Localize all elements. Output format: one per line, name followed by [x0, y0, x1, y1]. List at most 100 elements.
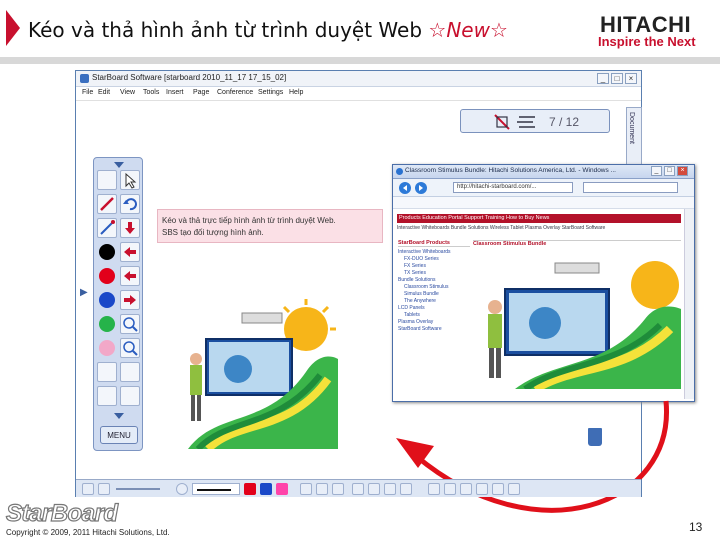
download-icon[interactable]	[120, 218, 140, 238]
zoom-out-icon[interactable]	[120, 338, 140, 358]
sidebar-link[interactable]: Plasma Overlay	[398, 319, 470, 326]
minimize-button[interactable]: _	[597, 73, 609, 84]
sidebar-link[interactable]: Classroom Stimulus	[398, 284, 470, 291]
page-prev-icon[interactable]	[428, 483, 440, 495]
sidebar-link[interactable]: FX-DUO Series	[398, 256, 470, 263]
site-subnav[interactable]: Interactive Whiteboards Bundle Solutions…	[397, 225, 681, 233]
browser-scrollbar[interactable]	[684, 209, 694, 399]
menu-view[interactable]: View	[120, 89, 135, 96]
color-pink-swatch[interactable]	[276, 483, 288, 495]
arrow-right-icon[interactable]	[120, 290, 140, 310]
annotation-line-1: Kéo và thả trực tiếp hình ảnh từ trình d…	[162, 216, 336, 225]
color-blue[interactable]	[99, 292, 115, 308]
palette-scroll-down-icon[interactable]	[94, 410, 144, 424]
line-tool-icon[interactable]	[97, 218, 117, 238]
copy-icon[interactable]	[368, 483, 380, 495]
sidebar-heading: StarBoard Products	[398, 240, 470, 247]
app-window-title: StarBoard Software [starboard 2010_11_17…	[92, 73, 287, 82]
color-red-swatch[interactable]	[244, 483, 256, 495]
eraser-icon	[494, 114, 535, 130]
sidebar-link[interactable]: Tablets	[398, 312, 470, 319]
pen-icon[interactable]	[97, 194, 117, 214]
browser-titlebar[interactable]: Classroom Stimulus Bundle: Hitachi Solut…	[393, 165, 694, 179]
address-bar[interactable]: http://hitachi-starboard.com/...	[453, 182, 573, 193]
expand-palette-icon[interactable]: ▶	[80, 287, 88, 298]
sidebar-link[interactable]: The Anywhere	[398, 298, 470, 305]
camera-icon[interactable]	[97, 386, 117, 406]
browser-close-button[interactable]: ×	[677, 166, 688, 176]
menu-insert[interactable]: Insert	[166, 89, 184, 96]
grid-icon[interactable]	[508, 483, 520, 495]
header-divider	[0, 57, 720, 64]
color-pink[interactable]	[99, 340, 115, 356]
starboard-window: StarBoard Software [starboard 2010_11_17…	[75, 70, 695, 513]
sidebar-link[interactable]: StarBoard Software	[398, 326, 470, 333]
slide-title: Kéo và thả hình ảnh từ trình duyệt Web ☆…	[28, 18, 508, 42]
pen-toggle-icon[interactable]	[82, 483, 94, 495]
color-black[interactable]	[99, 244, 115, 260]
undo-toolbar-icon[interactable]	[300, 483, 312, 495]
color-green[interactable]	[99, 316, 115, 332]
sidebar-link[interactable]: LCD Panels	[398, 305, 470, 312]
width-slider[interactable]	[116, 488, 160, 490]
print-icon[interactable]	[120, 386, 140, 406]
undo-icon[interactable]	[120, 194, 140, 214]
title-arrow-icon	[6, 10, 20, 46]
color-red[interactable]	[99, 268, 115, 284]
sidebar-link[interactable]: FX Series	[398, 263, 470, 270]
browser-search-input[interactable]	[583, 182, 678, 193]
app-titlebar[interactable]: StarBoard Software [starboard 2010_11_17…	[76, 71, 641, 87]
cut-icon[interactable]	[352, 483, 364, 495]
sidebar-link[interactable]: Interactive Whiteboards	[398, 249, 470, 256]
document-tab[interactable]: Document	[626, 107, 642, 167]
line-width-select[interactable]	[192, 483, 240, 495]
page-next-icon[interactable]	[460, 483, 472, 495]
fill-tool-icon[interactable]	[97, 362, 117, 382]
product-photo[interactable]	[475, 249, 681, 389]
palette-menu-button[interactable]: MENU	[100, 426, 138, 444]
settings-icon[interactable]	[98, 483, 110, 495]
gallery-icon[interactable]	[476, 483, 488, 495]
delete-icon[interactable]	[400, 483, 412, 495]
select-toolbar-icon[interactable]	[332, 483, 344, 495]
menu-edit[interactable]: Edit	[98, 89, 110, 96]
screen-capture-icon[interactable]	[492, 483, 504, 495]
close-button[interactable]: ×	[625, 73, 637, 84]
browser-minimize-button[interactable]: _	[651, 166, 662, 176]
dropped-image[interactable]	[178, 299, 338, 449]
menu-file[interactable]: File	[82, 89, 93, 96]
select-tool-icon[interactable]	[120, 170, 140, 190]
zoom-in-icon[interactable]	[120, 314, 140, 334]
color-blue-swatch[interactable]	[260, 483, 272, 495]
highlighter-icon[interactable]	[120, 362, 140, 382]
arrow-back-icon[interactable]	[120, 266, 140, 286]
sidebar-link[interactable]: TX Series	[398, 270, 470, 277]
maximize-button[interactable]: □	[611, 73, 623, 84]
browser-navbar: http://hitachi-starboard.com/...	[393, 179, 694, 197]
circle-tool-icon[interactable]	[176, 483, 188, 495]
redo-toolbar-icon[interactable]	[316, 483, 328, 495]
sidebar-link[interactable]: Simulus Bundle	[398, 291, 470, 298]
menu-conference[interactable]: Conference	[217, 89, 253, 96]
menu-tools[interactable]: Tools	[143, 89, 159, 96]
page-indicator[interactable]: 7 / 12	[460, 109, 610, 133]
app-icon	[80, 74, 89, 83]
annotation-line-2: SBS tạo đối tượng hình ảnh.	[162, 228, 264, 237]
menu-help[interactable]: Help	[289, 89, 303, 96]
starboard-logo: StarBoard	[5, 499, 118, 527]
arrow-left-icon[interactable]	[120, 242, 140, 262]
page-add-icon[interactable]	[444, 483, 456, 495]
sidebar-link[interactable]: Bundle Solutions	[398, 277, 470, 284]
new-badge: ☆New☆	[428, 18, 508, 42]
menu-settings[interactable]: Settings	[258, 89, 283, 96]
browser-maximize-button[interactable]: □	[664, 166, 675, 176]
paste-icon[interactable]	[384, 483, 396, 495]
hand-tool-icon[interactable]	[97, 170, 117, 190]
site-nav-items[interactable]: Products Education Portal Support Traini…	[399, 215, 549, 221]
site-sidebar: StarBoard Products Interactive Whiteboar…	[398, 240, 470, 390]
slide-page-number: 13	[689, 520, 703, 534]
tool-palette: MENU	[93, 157, 143, 451]
app-menubar: File Edit View Tools Insert Page Confere…	[76, 87, 641, 101]
menu-page[interactable]: Page	[193, 89, 209, 96]
trash-icon[interactable]	[588, 428, 602, 446]
